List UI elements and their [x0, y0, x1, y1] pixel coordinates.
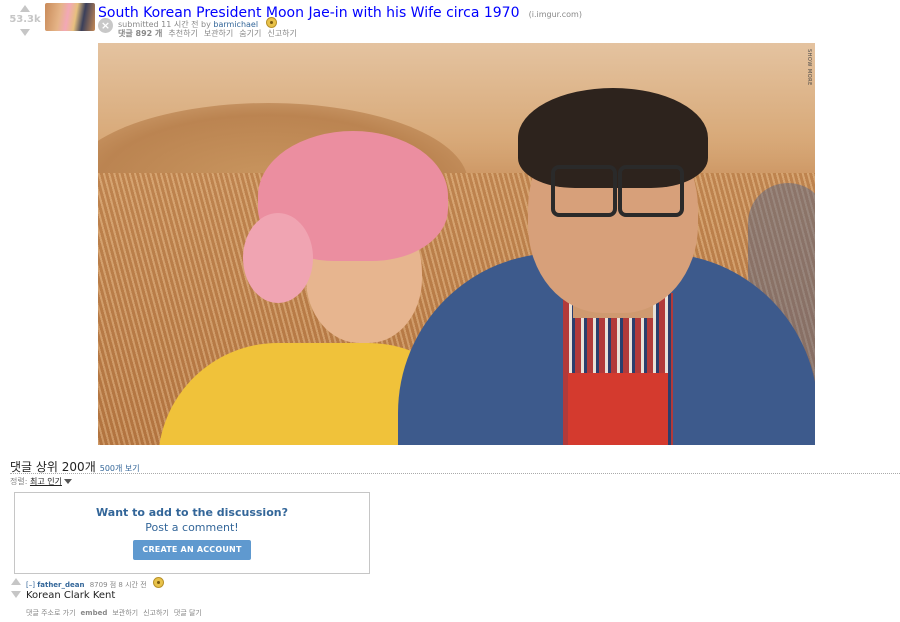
close-icon[interactable]: ×	[98, 18, 113, 33]
downvote-arrow-icon[interactable]	[20, 29, 30, 36]
photo-man-glasses-left	[551, 165, 617, 217]
comments-divider	[10, 473, 900, 474]
chevron-down-icon[interactable]	[63, 479, 72, 484]
save-link[interactable]: 보관하기	[204, 29, 233, 38]
sort-row: 정렬: 최고 인기	[10, 476, 72, 487]
comments-count-title: 댓글 상위 200개	[10, 460, 96, 474]
comments-link[interactable]: 댓글 892 개	[118, 29, 162, 38]
share-link[interactable]: 추천하기	[168, 29, 197, 38]
discussion-subtitle: Post a comment!	[145, 521, 239, 534]
sort-dropdown[interactable]: 최고 인기	[30, 477, 62, 486]
discussion-prompt-box: Want to add to the discussion? Post a co…	[14, 492, 370, 574]
create-account-button[interactable]: CREATE AN ACCOUNT	[133, 540, 251, 560]
hide-link[interactable]: 숨기기	[239, 29, 261, 38]
post-thumbnail[interactable]	[45, 3, 95, 31]
discussion-title: Want to add to the discussion?	[96, 506, 288, 519]
comment-upvote-arrow-icon[interactable]	[11, 578, 21, 585]
comment-gold-icon	[152, 577, 164, 588]
collapse-toggle[interactable]: [–]	[26, 581, 35, 589]
photo-man-sweater	[568, 373, 668, 445]
permalink-link[interactable]: 댓글 주소로 가기	[26, 609, 76, 617]
comment-tagline: [–] father_dean 8709 점 8 시간 전	[26, 577, 164, 590]
comment-save-link[interactable]: 보관하기	[112, 609, 138, 617]
reply-link[interactable]: 댓글 달기	[174, 609, 202, 617]
comment-body: Korean Clark Kent	[26, 590, 116, 601]
show-more-comments-link[interactable]: 500개 보기	[100, 464, 140, 473]
photo-man-glasses-right	[618, 165, 684, 217]
post-score: 53.3k	[9, 14, 41, 25]
comment-meta: 8709 점 8 시간 전	[89, 581, 147, 589]
post-buttons: 댓글 892 개 추천하기 보관하기 숨기기 신고하기	[118, 28, 303, 39]
comment-report-link[interactable]: 신고하기	[143, 609, 169, 617]
post-domain[interactable]: (i.imgur.com)	[529, 10, 582, 19]
photo-watermark: SHOW MORE	[806, 49, 812, 86]
comment-author-link[interactable]: father_dean	[37, 581, 84, 589]
comment-downvote-arrow-icon[interactable]	[11, 591, 21, 598]
upvote-arrow-icon[interactable]	[20, 5, 30, 12]
report-link[interactable]: 신고하기	[267, 29, 296, 38]
embed-link[interactable]: embed	[81, 609, 108, 617]
gold-award-icon	[265, 17, 277, 28]
post-image[interactable]: SHOW MORE	[98, 43, 815, 445]
comment-buttons: 댓글 주소로 가기 embed 보관하기 신고하기 댓글 달기	[26, 608, 207, 618]
photo-woman-hat-brim	[243, 213, 313, 303]
sort-label: 정렬:	[10, 477, 28, 486]
